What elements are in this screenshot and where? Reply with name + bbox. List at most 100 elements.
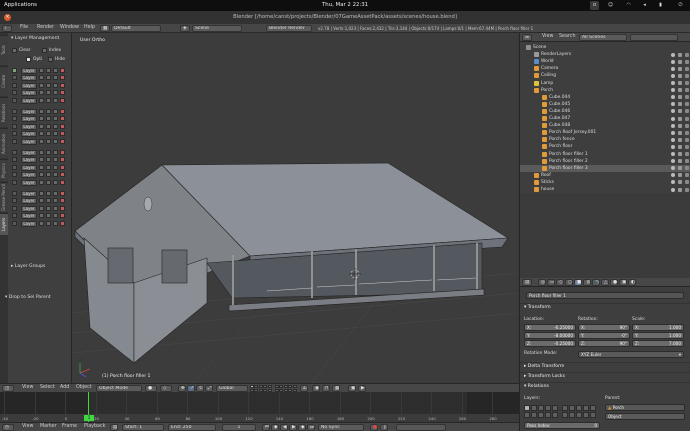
layout-icon[interactable]: ▦ [100,25,110,32]
scale-icon[interactable]: ⤢ [205,385,213,392]
layer-button[interactable]: Layer [21,172,37,179]
render-camera-icon[interactable] [685,180,689,185]
next-keyframe-icon[interactable]: ◆ [298,424,306,431]
rotation-y-field[interactable]: Y: -0° [578,332,630,339]
layer-visibility-toggle[interactable] [12,131,17,137]
layer-lock-icon[interactable] [39,68,44,73]
applications-menu[interactable]: Applications [4,2,37,8]
layer-wire-icon[interactable] [46,213,51,219]
render-camera-icon[interactable] [685,81,689,85]
layer-x-icon[interactable] [60,116,65,122]
select-arrow-icon[interactable] [678,137,682,142]
outliner-item[interactable]: Porch floor [520,143,690,150]
visibility-eye-icon[interactable] [671,152,675,156]
layer-lock-icon[interactable] [39,205,44,211]
layer-wire-icon[interactable] [46,191,51,196]
battery-icon[interactable]: ▮ [656,1,665,10]
layer-lock2-icon[interactable] [53,172,58,178]
outliner-item[interactable]: Scene [520,44,690,51]
render-camera-icon[interactable] [685,116,689,121]
layer-visibility-toggle[interactable] [12,172,17,178]
visibility-eye-icon[interactable] [671,159,675,164]
layer-visibility-toggle[interactable] [12,123,17,129]
tab-create[interactable]: Create [0,66,8,96]
layer-lock2-icon[interactable] [53,213,58,219]
visibility-eye-icon[interactable] [671,95,675,100]
layer-button[interactable]: Layer [21,68,37,74]
pivot-point-icon[interactable]: ◇ [160,385,172,392]
render-camera-icon[interactable] [685,66,689,71]
outliner-item[interactable]: Camera [520,65,690,72]
select-arrow-icon[interactable] [678,95,682,100]
transform-locks-section[interactable]: ▸ Transform Locks [520,372,690,380]
select-arrow-icon[interactable] [678,81,682,85]
location-z-field[interactable]: Z: -0.25000 [524,340,576,347]
layer-lock-icon[interactable] [39,131,44,137]
visibility-eye-icon[interactable] [671,166,675,171]
select-arrow-icon[interactable] [678,102,682,107]
layer-x-icon[interactable] [60,205,65,211]
layer-lock2-icon[interactable] [53,109,58,114]
layer-lock-icon[interactable] [39,82,44,88]
select-arrow-icon[interactable] [678,159,682,164]
layer-lock2-icon[interactable] [53,191,58,196]
timeline[interactable]: -40 -20 0 20 40 60 80 100 120 140 160 180 200 220 240 2… [0,392,519,422]
layer-visibility-toggle[interactable] [12,179,17,185]
outliner-item[interactable]: Porch floor filler 2 [520,158,690,165]
visibility-eye-icon[interactable] [671,180,675,185]
outliner-item[interactable]: Cube.045 [520,101,690,108]
object-layer-toggle[interactable] [562,412,568,418]
layer-lock-icon[interactable] [39,90,44,96]
timeline-menu-frame[interactable]: Frame [62,424,77,429]
layer-lock-icon[interactable] [39,150,44,155]
layer-button[interactable]: Layer [21,191,37,197]
object-tab-icon[interactable]: ■ [574,279,582,286]
layer-x-icon[interactable] [60,157,65,163]
layer-wire-icon[interactable] [46,179,51,185]
object-layer-toggle[interactable] [590,412,596,418]
play-icon[interactable]: ▶ [289,424,297,431]
opengl-anim-icon[interactable]: ▶ [358,385,366,392]
jump-start-icon[interactable]: ⏮ [262,424,270,431]
select-arrow-icon[interactable] [678,73,682,78]
rotation-mode-select[interactable]: XYZ Euler ▾ [578,351,684,358]
select-arrow-icon[interactable] [678,130,682,135]
pass-index-field[interactable]: Pass Index: 0 [524,422,600,429]
visibility-eye-icon[interactable] [671,59,675,64]
layer-lock-icon[interactable] [39,164,44,170]
layer-wire-icon[interactable] [46,116,51,122]
layer-wire-icon[interactable] [46,123,51,129]
tab-relations[interactable]: Relations [0,97,8,127]
layer-visibility-toggle[interactable] [12,157,17,163]
outliner-editor-icon[interactable]: ☰ [522,34,532,41]
layer-x-icon[interactable] [60,220,65,226]
opengl-render-icon[interactable]: ▣ [348,385,356,392]
layer-wire-icon[interactable] [46,68,51,73]
render-camera-icon[interactable] [685,52,689,57]
layer-wire-icon[interactable] [46,150,51,155]
rotation-x-field[interactable]: X: 90° [578,324,630,331]
outliner-search-input[interactable] [630,34,678,41]
parent-field[interactable]: ▲ Porch [605,404,685,411]
layer-lock-icon[interactable] [39,138,44,144]
layer-visibility-toggle[interactable] [12,109,17,114]
data-tab-icon[interactable]: △ [601,279,609,286]
keying-set-icon[interactable]: ⚷ [380,424,388,431]
layer-wire-icon[interactable] [46,97,51,103]
visibility-eye-icon[interactable] [671,187,675,192]
layer-wire-icon[interactable] [46,90,51,96]
render-camera-icon[interactable] [685,159,689,164]
layer-x-icon[interactable] [60,138,65,144]
shading-mode-icon[interactable]: ● [145,385,157,392]
object-layer-toggle[interactable] [576,412,582,418]
outliner-item[interactable]: Cube.046 [520,108,690,115]
visibility-eye-icon[interactable] [671,123,675,128]
layer-wire-icon[interactable] [46,82,51,88]
layer-button[interactable]: Layer [21,116,37,123]
3d-viewport[interactable]: User Ortho (1) Porch floor filler 1 [72,33,518,383]
layer-lock-icon[interactable] [39,157,44,163]
visibility-eye-icon[interactable] [671,116,675,121]
select-arrow-icon[interactable] [678,123,682,128]
layer-visibility-toggle[interactable] [12,90,17,96]
select-arrow-icon[interactable] [678,66,682,71]
